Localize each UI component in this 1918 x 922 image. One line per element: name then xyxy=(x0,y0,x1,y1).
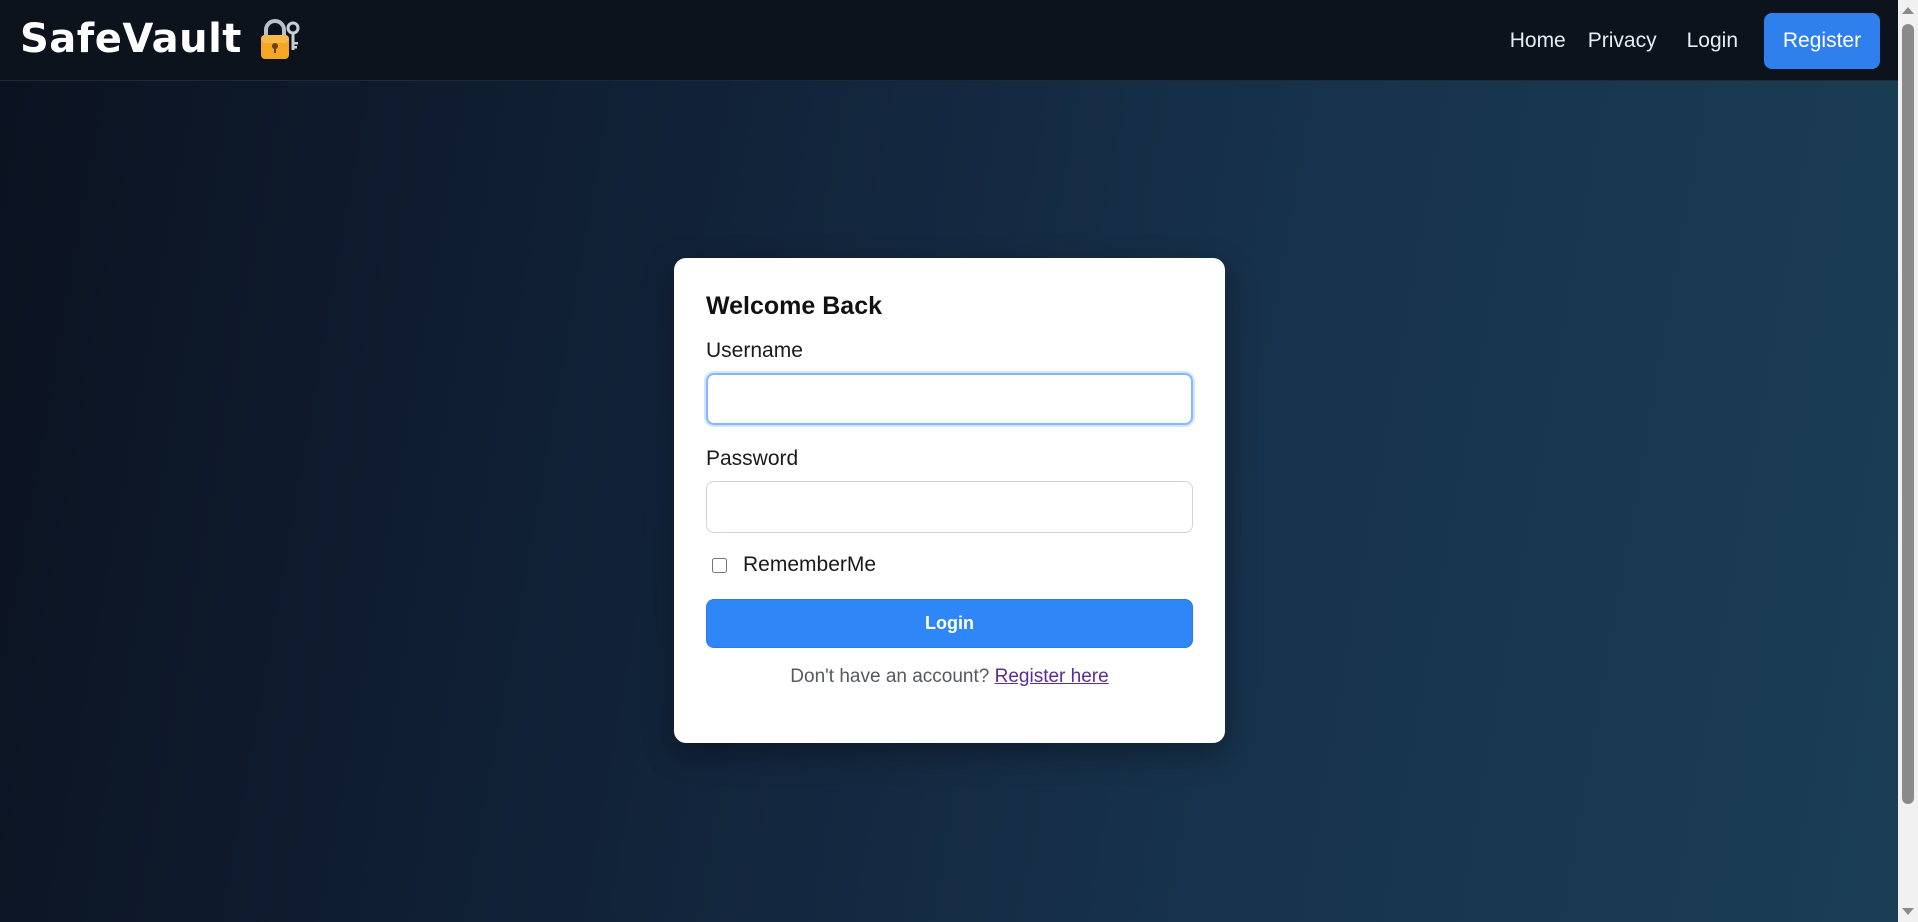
vertical-scrollbar[interactable] xyxy=(1898,0,1918,922)
password-label: Password xyxy=(706,447,799,470)
brand-name: SafeVault xyxy=(20,16,242,62)
scroll-thumb[interactable] xyxy=(1902,24,1914,804)
nav-home-link[interactable]: Home xyxy=(1510,29,1566,53)
nav-register-button[interactable]: Register xyxy=(1764,13,1880,69)
top-navbar: SafeVault Home Privacy Login Register xyxy=(0,0,1898,81)
remember-me-row: RememberMe xyxy=(712,553,1193,577)
password-input[interactable] xyxy=(706,481,1193,533)
login-card: Welcome Back Username Password RememberM… xyxy=(674,258,1225,743)
username-input[interactable] xyxy=(706,373,1193,425)
login-button[interactable]: Login xyxy=(706,599,1193,648)
signup-prompt-text: Don't have an account? xyxy=(790,666,990,687)
page: SafeVault Home Privacy Login Register We… xyxy=(0,0,1918,922)
nav-login-link[interactable]: Login xyxy=(1687,29,1738,53)
login-title: Welcome Back xyxy=(706,292,883,320)
remember-me-checkbox[interactable] xyxy=(712,557,727,573)
signup-prompt: Don't have an account? Register here xyxy=(706,666,1193,688)
brand[interactable]: SafeVault xyxy=(20,16,302,62)
register-here-link[interactable]: Register here xyxy=(995,666,1109,687)
nav-links: Home Privacy Login Register xyxy=(1510,13,1880,69)
lock-with-key-icon xyxy=(260,19,300,59)
scroll-up-arrow-icon[interactable] xyxy=(1902,7,1914,14)
scroll-down-arrow-icon[interactable] xyxy=(1902,908,1914,915)
nav-privacy-link[interactable]: Privacy xyxy=(1588,29,1657,53)
remember-me-label[interactable]: RememberMe xyxy=(743,553,876,577)
username-label: Username xyxy=(706,339,803,362)
